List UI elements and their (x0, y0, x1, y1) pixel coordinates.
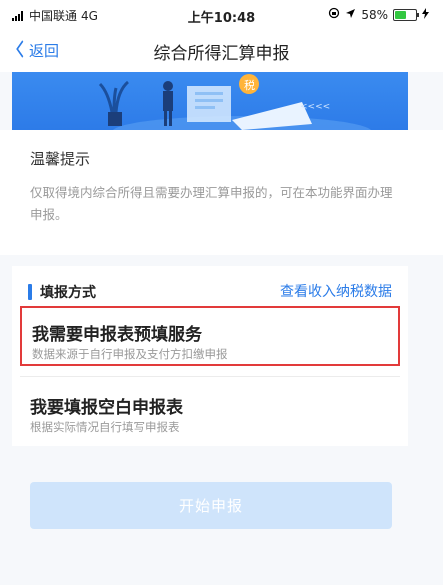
view-income-tax-data-link[interactable]: 查看收入纳税数据 (280, 281, 392, 301)
orientation-lock-icon (328, 7, 340, 22)
status-right: 58% (328, 7, 429, 22)
page-title: 综合所得汇算申报 (153, 44, 290, 64)
option-title: 我要填报空白申报表 (30, 398, 183, 418)
notice-text: 仅取得境内综合所得且需要办理汇算申报的，可在本功能界面办理申报。 (30, 185, 393, 222)
tax-stamp-text: 税 (244, 78, 255, 92)
section-accent-bar (28, 284, 32, 300)
fill-method-label: 填报方式 (40, 285, 96, 301)
banner-illustration: 税 <<<< (12, 72, 408, 130)
option-title: 我需要申报表预填服务 (32, 325, 202, 345)
fill-method-header: 填报方式 (28, 282, 96, 302)
location-icon (345, 8, 356, 22)
notice-card: 温馨提示 仅取得境内综合所得且需要办理汇算申报的，可在本功能界面办理申报。 (0, 130, 443, 255)
option-prefill-service[interactable]: 我需要申报表预填服务 数据来源于自行申报及支付方扣缴申报 (20, 306, 400, 366)
notice-title: 温馨提示 (30, 150, 91, 168)
fill-method-panel: 填报方式 查看收入纳税数据 我需要申报表预填服务 数据来源于自行申报及支付方扣缴… (12, 266, 408, 446)
nav-bar: 返回 综合所得汇算申报 (0, 30, 443, 72)
start-declaration-button[interactable]: 开始申报 (30, 482, 392, 529)
banner-arrows: <<<< (300, 102, 330, 112)
option-blank-form[interactable]: 我要填报空白申报表 根据实际情况自行填写申报表 (20, 381, 400, 441)
charging-icon (422, 7, 429, 22)
status-bar: 中国联通 4G 上午10:48 58% (0, 0, 443, 30)
option-divider (20, 376, 400, 377)
option-subtitle: 根据实际情况自行填写申报表 (30, 420, 180, 434)
battery-percent: 58% (361, 7, 388, 22)
banner-art: 税 <<<< (98, 74, 371, 130)
battery-icon (393, 8, 419, 21)
option-subtitle: 数据来源于自行申报及支付方扣缴申报 (32, 347, 228, 361)
